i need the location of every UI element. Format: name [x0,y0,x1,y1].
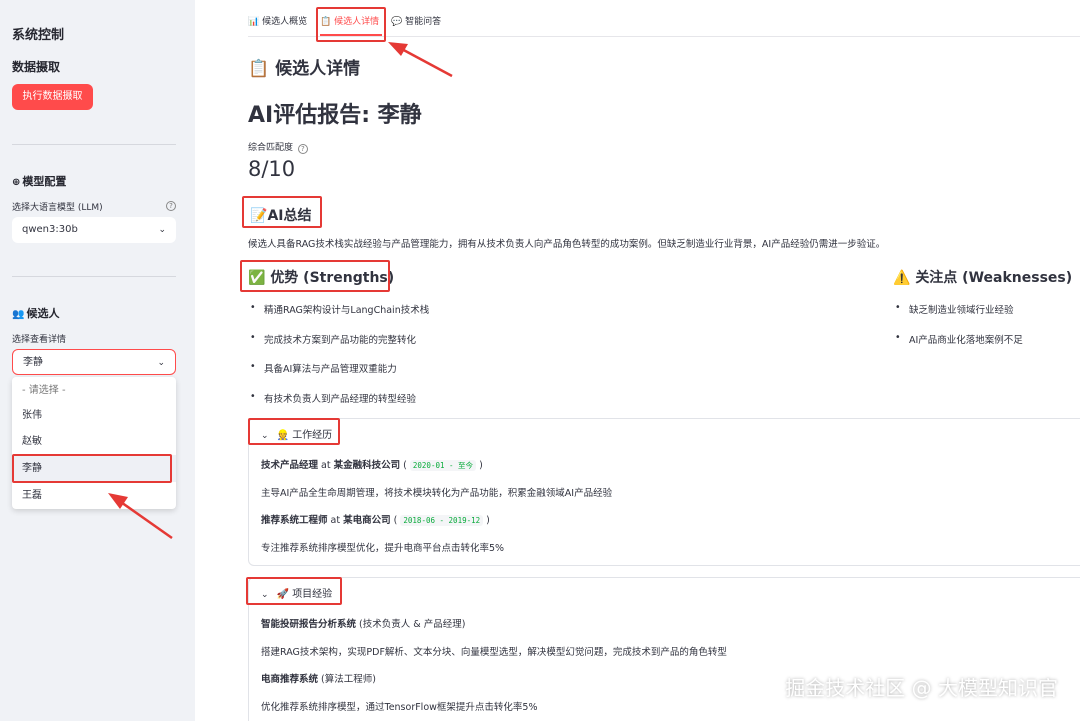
bar-chart-icon: 📊 [248,17,260,27]
people-icon: 👥 [12,309,25,320]
weakness-item: AI产品商业化落地案例不足 [895,332,1023,346]
project-desc: 优化推荐系统排序模型，通过TensorFlow框架提升点击转化率5% [261,702,538,713]
dropdown-option[interactable]: 张伟 [12,402,176,429]
annotation-box [242,196,322,228]
model-select-label: 选择大语言模型 (LLM) [12,203,103,213]
page-title: 📋 候选人详情 [248,59,361,79]
candidate-dropdown: - 请选择 - 张伟 赵敏 李静 王磊 [12,377,176,509]
work-entry-desc: 主导AI产品全生命周期管理，将技术模块转化为产品功能，积累金融领域AI产品经验 [261,488,613,499]
help-icon[interactable]: ? [297,144,308,154]
sidebar-divider [12,276,176,277]
work-entry-title: 推荐系统工程师 at 某电商公司 ( 2018-06 - 2019-12 ) [261,515,490,526]
report-title: AI评估报告: 李静 [248,103,422,128]
annotation-box [316,7,386,42]
work-experience-expander: ⌄ 👷 工作经历 技术产品经理 at 某金融科技公司 ( 2020-01 - 至今… [248,418,1080,566]
dropdown-option[interactable]: 赵敏 [12,428,176,455]
candidate-select-label: 选择查看详情 [12,335,67,345]
metric-label: 综合匹配度 ? [248,140,308,154]
dropdown-option[interactable]: - 请选择 - [12,377,176,404]
data-ingest-heading: 数据摄取 [12,60,61,74]
model-select[interactable]: qwen3:30b ⌄ [12,217,176,243]
annotation-box [240,260,390,292]
tab-overview[interactable]: 📊 候选人概览 [248,14,307,27]
sidebar-title: 系统控制 [12,28,65,43]
sidebar-divider [12,144,176,145]
annotation-box [248,418,340,445]
sidebar: 系统控制 数据摄取 执行数据摄取 ⊕ 模型配置 选择大语言模型 (LLM) ? q… [0,0,195,721]
model-config-heading: ⊕ 模型配置 [12,175,67,188]
tab-qa[interactable]: 💬 智能问答 [391,14,441,27]
project-title: 智能投研报告分析系统 (技术负责人 & 产品经理) [261,619,466,630]
strength-item: 完成技术方案到产品功能的完整转化 [250,332,416,346]
clipboard-icon: 📋 [248,59,270,79]
weakness-item: 缺乏制造业领域行业经验 [895,302,1013,316]
summary-text: 候选人具备RAG技术栈实战经验与产品管理能力，拥有从技术负责人向产品角色转型的成… [248,239,886,250]
weaknesses-heading: ⚠️ 关注点 (Weaknesses) [893,270,1073,286]
candidate-heading: 👥 候选人 [12,307,60,320]
strength-item: 有技术负责人到产品经理的转型经验 [250,391,416,405]
brain-icon: ⊕ [12,177,21,188]
speech-bubble-icon: 💬 [391,17,403,27]
chevron-down-icon: ⌄ [158,225,166,235]
chevron-down-icon: ⌄ [157,358,165,368]
help-icon[interactable]: ? [166,201,176,211]
candidate-select[interactable]: 李静 ⌄ [12,349,176,375]
run-ingest-button[interactable]: 执行数据摄取 [12,84,93,110]
strength-item: 精通RAG架构设计与LangChain技术栈 [250,302,429,316]
work-entry-title: 技术产品经理 at 某金融科技公司 ( 2020-01 - 至今 ) [261,460,483,471]
warning-icon: ⚠️ [893,270,911,286]
metric-value: 8/10 [248,157,296,181]
watermark: 掘金技术社区 @ 大模型知识官 [785,676,1058,700]
strength-item: 具备AI算法与产品管理双重能力 [250,361,397,375]
annotation-box [12,454,172,483]
work-entry-desc: 专注推荐系统排序模型优化，提升电商平台点击转化率5% [261,543,505,554]
project-desc: 搭建RAG技术架构，实现PDF解析、文本分块、向量模型选型，解决模型幻觉问题，完… [261,647,727,658]
annotation-box [246,577,342,605]
project-title: 电商推荐系统 (算法工程师) [261,674,376,685]
dropdown-option[interactable]: 王磊 [12,482,176,509]
